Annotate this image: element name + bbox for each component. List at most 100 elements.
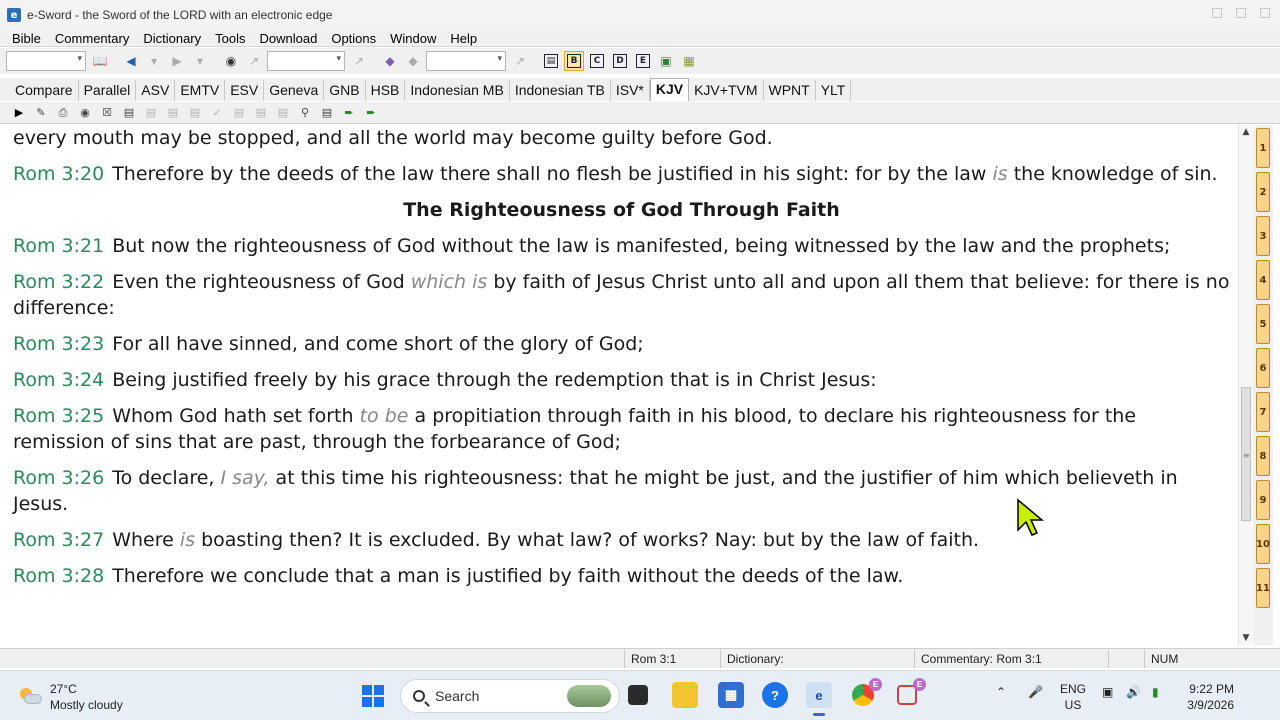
verse-ref[interactable]: Rom 3:22 bbox=[13, 271, 104, 293]
start-button[interactable] bbox=[362, 685, 384, 707]
eraser-icon[interactable]: ◆ bbox=[380, 51, 400, 71]
file-explorer-icon[interactable] bbox=[672, 682, 698, 708]
book-tab[interactable]: 4 bbox=[1256, 260, 1270, 300]
minimize-button[interactable] bbox=[1212, 8, 1222, 18]
commentary-view-button[interactable]: C bbox=[587, 51, 607, 71]
chrome-icon[interactable]: E bbox=[850, 678, 882, 708]
book-tab[interactable]: 6 bbox=[1256, 348, 1270, 388]
tab-hsb[interactable]: HSB bbox=[366, 80, 406, 101]
menu-dictionary[interactable]: Dictionary bbox=[143, 31, 201, 46]
esword-taskbar-icon[interactable]: e bbox=[806, 682, 832, 716]
verse-ref[interactable]: Rom 3:28 bbox=[13, 565, 104, 587]
book-tab[interactable]: 5 bbox=[1256, 304, 1270, 344]
god-icon[interactable]: ▤ bbox=[252, 104, 270, 122]
search-next-icon[interactable]: ↗ bbox=[244, 51, 264, 71]
clipboard-icon[interactable]: ▤ bbox=[186, 104, 204, 122]
tab-indonesian-mb[interactable]: Indonesian MB bbox=[405, 80, 510, 101]
note-icon[interactable]: ▤ bbox=[230, 104, 248, 122]
editor-view-button[interactable]: E bbox=[633, 51, 653, 71]
volume-icon[interactable]: 🔊 bbox=[1126, 685, 1141, 699]
binoculars-icon[interactable]: ◉ bbox=[221, 51, 241, 71]
scroll-up-icon[interactable]: ▲ bbox=[1239, 125, 1253, 139]
copy-verses-icon[interactable]: ✎ bbox=[32, 104, 50, 122]
book-tab[interactable]: 9 bbox=[1256, 480, 1270, 520]
book-tab[interactable]: 1 bbox=[1256, 128, 1270, 168]
bible-select[interactable] bbox=[6, 51, 86, 71]
menu-commentary[interactable]: Commentary bbox=[55, 31, 129, 46]
tab-kjv[interactable]: KJV bbox=[649, 78, 690, 101]
book-tab[interactable]: 7 bbox=[1256, 392, 1270, 432]
layout-icon[interactable]: ▤ bbox=[541, 51, 561, 71]
menu-bible[interactable]: Bible bbox=[12, 31, 41, 46]
back-dropdown-icon[interactable]: ▾ bbox=[144, 51, 164, 71]
menu-download[interactable]: Download bbox=[260, 31, 318, 46]
apply-icon[interactable]: ↗ bbox=[510, 51, 530, 71]
bookmark-icon[interactable]: ✓ bbox=[208, 104, 226, 122]
forward-icon[interactable]: ▶ bbox=[167, 51, 187, 71]
find-icon[interactable]: ◉ bbox=[76, 104, 94, 122]
book-tab[interactable]: 10 bbox=[1256, 524, 1270, 564]
tab-wpnt[interactable]: WPNT bbox=[764, 80, 816, 101]
menu-window[interactable]: Window bbox=[390, 31, 436, 46]
network-icon[interactable]: ▣ bbox=[1102, 685, 1113, 699]
verse-ref[interactable]: Rom 3:23 bbox=[13, 333, 104, 355]
verse-ref[interactable]: Rom 3:21 bbox=[13, 235, 104, 257]
menu-tools[interactable]: Tools bbox=[215, 31, 245, 46]
highlight-icon[interactable]: ◆ bbox=[403, 51, 423, 71]
book-icon[interactable]: 📖 bbox=[90, 51, 110, 71]
play-icon[interactable]: ▶ bbox=[10, 104, 28, 122]
menu-help[interactable]: Help bbox=[450, 31, 477, 46]
exclude-icon[interactable]: ☒ bbox=[98, 104, 116, 122]
highlight-select[interactable] bbox=[426, 51, 506, 71]
tab-geneva[interactable]: Geneva bbox=[264, 80, 325, 101]
tab-indonesian-tb[interactable]: Indonesian TB bbox=[510, 80, 611, 101]
bible-view-button[interactable]: B bbox=[564, 51, 584, 71]
battery-icon[interactable]: ▮ bbox=[1152, 685, 1159, 699]
tab-esv[interactable]: ESV bbox=[225, 80, 265, 101]
verse-ref[interactable]: Rom 3:20 bbox=[13, 163, 104, 185]
maximize-button[interactable] bbox=[1236, 8, 1246, 18]
map-icon[interactable]: ▦ bbox=[679, 51, 699, 71]
tab-ylt[interactable]: YLT bbox=[816, 80, 852, 101]
search-select[interactable] bbox=[267, 51, 345, 71]
previous-chapter-icon[interactable]: ➨ bbox=[340, 104, 358, 122]
verse-ref[interactable]: Rom 3:27 bbox=[13, 529, 104, 551]
tab-isv[interactable]: ISV* bbox=[611, 80, 650, 101]
snipping-tool-icon[interactable]: E bbox=[894, 678, 926, 708]
taskbar-search[interactable]: Search bbox=[400, 679, 620, 713]
dictionary-view-button[interactable]: D bbox=[610, 51, 630, 71]
tab-parallel[interactable]: Parallel bbox=[79, 80, 137, 101]
go-icon[interactable]: ↗ bbox=[349, 51, 369, 71]
print-icon[interactable]: ⎙ bbox=[54, 104, 72, 122]
tab-gnb[interactable]: GNB bbox=[324, 80, 366, 101]
clock[interactable]: 9:22 PM 3/9/2026 bbox=[1187, 681, 1234, 713]
close-button[interactable] bbox=[1260, 8, 1270, 18]
copy-icon[interactable]: ▤ bbox=[142, 104, 160, 122]
forward-dropdown-icon[interactable]: ▾ bbox=[190, 51, 210, 71]
microphone-icon[interactable]: 🎤 bbox=[1028, 685, 1043, 699]
scroll-down-icon[interactable]: ▼ bbox=[1239, 631, 1253, 645]
next-chapter-icon[interactable]: ➨ bbox=[362, 104, 380, 122]
vertical-scrollbar[interactable]: ▲ ≡ ▼ bbox=[1238, 125, 1252, 645]
zoom-icon[interactable]: ⚲ bbox=[296, 104, 314, 122]
task-view-icon[interactable] bbox=[628, 685, 648, 705]
book-tab[interactable]: 8 bbox=[1256, 436, 1270, 476]
split-icon[interactable]: ▤ bbox=[318, 104, 336, 122]
menu-options[interactable]: Options bbox=[331, 31, 376, 46]
help-icon[interactable]: ? bbox=[762, 682, 788, 708]
blank-icon[interactable]: ▤ bbox=[274, 104, 292, 122]
store-icon[interactable]: ▦ bbox=[718, 682, 744, 708]
image-icon[interactable]: ▣ bbox=[656, 51, 676, 71]
back-icon[interactable]: ◀ bbox=[121, 51, 141, 71]
tab-compare[interactable]: Compare bbox=[10, 80, 79, 101]
verse-ref[interactable]: Rom 3:25 bbox=[13, 405, 104, 427]
weather-widget[interactable]: 27°C Mostly cloudy bbox=[18, 681, 123, 713]
show-hidden-icons[interactable]: ⌃ bbox=[996, 685, 1006, 699]
tab-asv[interactable]: ASV bbox=[136, 80, 176, 101]
document-icon[interactable]: ▤ bbox=[120, 104, 138, 122]
book-tab[interactable]: 11 bbox=[1256, 568, 1270, 608]
language-indicator[interactable]: ENG US bbox=[1060, 681, 1086, 713]
verse-ref[interactable]: Rom 3:26 bbox=[13, 467, 104, 489]
tab-kjv-tvm[interactable]: KJV+TVM bbox=[689, 80, 764, 101]
book-tab[interactable]: 3 bbox=[1256, 216, 1270, 256]
